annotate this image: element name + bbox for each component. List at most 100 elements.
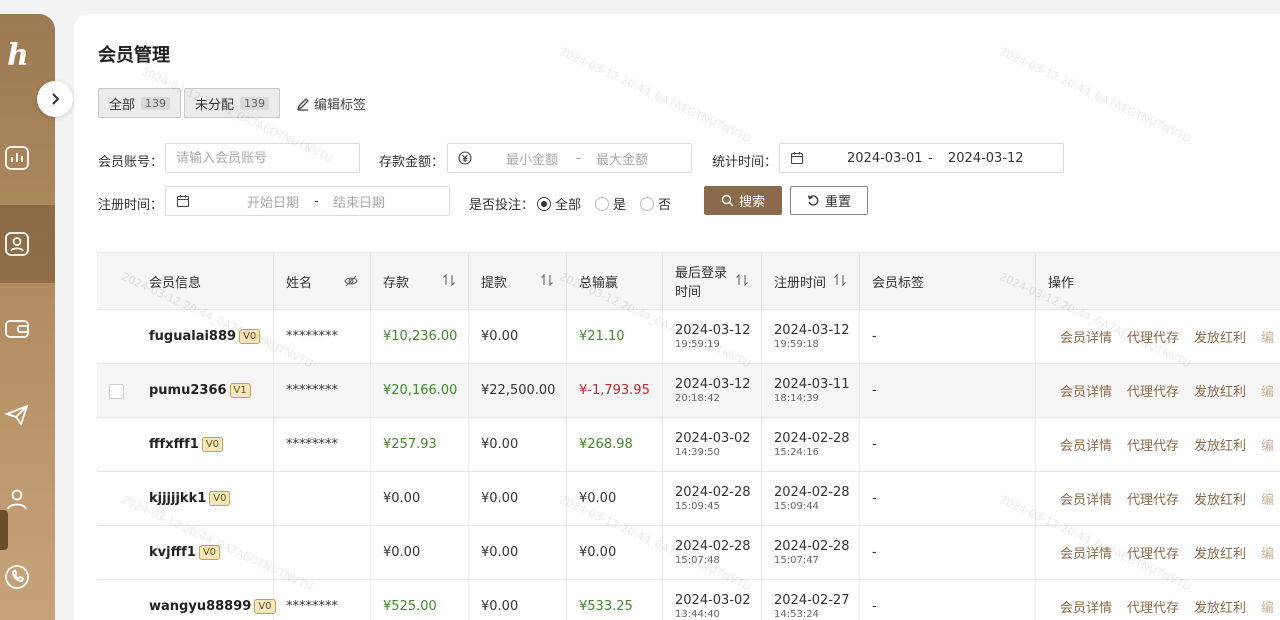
- member-account[interactable]: kjjjjjkk1 V0: [149, 491, 273, 506]
- col-withdraw[interactable]: 提款: [469, 253, 567, 309]
- member-detail-link[interactable]: 会员详情: [1060, 489, 1112, 508]
- tab-unassigned[interactable]: 未分配 139: [184, 88, 281, 118]
- search-button[interactable]: 搜索: [704, 186, 782, 215]
- reset-button[interactable]: 重置: [790, 186, 868, 215]
- table-row[interactable]: pumu2366 V1 ******** ¥20,166.00 ¥22,500.00 ¥-…: [97, 364, 1280, 418]
- account-name[interactable]: pumu2366: [149, 383, 227, 398]
- register-time-cell: 2024-02-27 14:53:24: [762, 580, 860, 620]
- radio-dot: [640, 196, 654, 211]
- issue-bonus-link[interactable]: 发放红利: [1194, 381, 1246, 400]
- issue-bonus-link[interactable]: 发放红利: [1194, 543, 1246, 562]
- col-register-time[interactable]: 注册时间: [762, 253, 860, 309]
- deposit-range-field[interactable]: 最小金额 - 最大金额: [447, 143, 692, 173]
- register-time: 15:09:44: [774, 501, 819, 512]
- sidebar-toggle-button[interactable]: [37, 81, 73, 117]
- register-date: 2024-02-28: [774, 485, 850, 500]
- deposit-min-input[interactable]: 最小金额: [506, 149, 558, 168]
- register-date: 2024-02-27: [774, 593, 850, 608]
- member-name: ********: [286, 383, 338, 398]
- row-checkbox[interactable]: [109, 384, 124, 399]
- winloss-value: ¥0.00: [579, 491, 617, 506]
- withdraw-cell: ¥0.00: [469, 418, 567, 471]
- account-input[interactable]: [166, 150, 359, 166]
- register-time: 18:14:39: [774, 393, 819, 404]
- sort-icon[interactable]: [540, 273, 554, 287]
- edit-link[interactable]: 编: [1261, 543, 1274, 562]
- sidebar-item-support[interactable]: [0, 538, 55, 616]
- radio-label: 否: [658, 198, 672, 213]
- member-detail-link[interactable]: 会员详情: [1060, 597, 1112, 616]
- proxy-deposit-link[interactable]: 代理代存: [1127, 381, 1179, 400]
- deposit-value: ¥20,166.00: [383, 383, 458, 398]
- sort-icon[interactable]: [735, 273, 749, 287]
- member-account[interactable]: wangyu88899 V0: [149, 599, 276, 614]
- col-deposit[interactable]: 存款: [371, 253, 469, 309]
- sidebar-item-members[interactable]: [0, 205, 55, 283]
- chart-icon: [5, 146, 29, 170]
- deposit-cell: ¥0.00: [371, 526, 469, 579]
- register-time-range[interactable]: 开始日期 - 结束日期: [165, 186, 450, 216]
- account-name[interactable]: kvjfff1: [149, 545, 196, 560]
- winloss-cell: ¥0.00: [567, 526, 663, 579]
- bet-label: 是否投注：: [469, 198, 535, 213]
- sidebar-item-reports[interactable]: [0, 119, 55, 197]
- issue-bonus-link[interactable]: 发放红利: [1194, 327, 1246, 346]
- proxy-deposit-link[interactable]: 代理代存: [1127, 597, 1179, 616]
- stats-start-date[interactable]: 2024-03-01: [847, 151, 923, 166]
- table-row[interactable]: wangyu88899 V0 ******** ¥525.00 ¥0.00 ¥533.25…: [97, 580, 1280, 620]
- table-row[interactable]: kjjjjjkk1 V0 ¥0.00 ¥0.00 ¥0.00 2024-02-28 15:0…: [97, 472, 1280, 526]
- member-account[interactable]: fffxfff1 V0: [149, 437, 273, 452]
- member-account[interactable]: fugualai889 V0: [149, 329, 273, 344]
- member-detail-link[interactable]: 会员详情: [1060, 543, 1112, 562]
- sidebar-item-finance[interactable]: [0, 290, 55, 368]
- account-name[interactable]: kjjjjjkk1: [149, 491, 206, 506]
- eye-off-icon[interactable]: [344, 274, 358, 288]
- last-login-date: 2024-02-28: [675, 485, 751, 500]
- sidebar-item-messages[interactable]: [0, 376, 55, 454]
- calendar-icon: [790, 152, 804, 165]
- sidebar-item-profile[interactable]: [0, 460, 55, 538]
- deposit-max-input[interactable]: 最大金额: [596, 149, 648, 168]
- edit-link[interactable]: 编: [1261, 327, 1274, 346]
- bet-radio-yes[interactable]: 是: [595, 194, 626, 213]
- col-last-login[interactable]: 最后登录 时间: [663, 253, 762, 309]
- account-name[interactable]: wangyu88899: [149, 599, 251, 614]
- sort-icon[interactable]: [442, 273, 456, 287]
- edit-link[interactable]: 编: [1261, 597, 1274, 616]
- member-detail-link[interactable]: 会员详情: [1060, 435, 1112, 454]
- edit-link[interactable]: 编: [1261, 435, 1274, 454]
- member-account[interactable]: kvjfff1 V0: [149, 545, 273, 560]
- bet-radio-no[interactable]: 否: [640, 194, 671, 213]
- edit-tags-button[interactable]: 编辑标签: [296, 94, 366, 113]
- member-detail-link[interactable]: 会员详情: [1060, 327, 1112, 346]
- deposit-value: ¥0.00: [383, 491, 421, 506]
- table-row[interactable]: fffxfff1 V0 ******** ¥257.93 ¥0.00 ¥268.98 202…: [97, 418, 1280, 472]
- stats-end-date[interactable]: 2024-03-12: [948, 151, 1024, 166]
- edit-link[interactable]: 编: [1261, 489, 1274, 508]
- proxy-deposit-link[interactable]: 代理代存: [1127, 435, 1179, 454]
- account-name[interactable]: fffxfff1: [149, 437, 199, 452]
- stats-time-range[interactable]: 2024-03-01 - 2024-03-12: [779, 143, 1064, 173]
- proxy-deposit-link[interactable]: 代理代存: [1127, 327, 1179, 346]
- issue-bonus-link[interactable]: 发放红利: [1194, 597, 1246, 616]
- table-row[interactable]: kvjfff1 V0 ¥0.00 ¥0.00 ¥0.00 2024-02-28 15:07:…: [97, 526, 1280, 580]
- register-start-input[interactable]: 开始日期: [247, 192, 299, 211]
- name-cell: [274, 472, 371, 525]
- member-tag: -: [872, 383, 877, 398]
- tab-all[interactable]: 全部 139: [98, 88, 182, 118]
- table-row[interactable]: fugualai889 V0 ******** ¥10,236.00 ¥0.00 ¥21.…: [97, 310, 1280, 364]
- issue-bonus-link[interactable]: 发放红利: [1194, 435, 1246, 454]
- proxy-deposit-link[interactable]: 代理代存: [1127, 543, 1179, 562]
- edit-link[interactable]: 编: [1261, 381, 1274, 400]
- register-end-input[interactable]: 结束日期: [333, 192, 385, 211]
- account-field[interactable]: [165, 143, 360, 173]
- calendar-icon: [176, 195, 190, 208]
- issue-bonus-link[interactable]: 发放红利: [1194, 489, 1246, 508]
- bet-radio-all[interactable]: 全部: [537, 194, 581, 213]
- sort-icon[interactable]: [833, 273, 847, 287]
- account-name[interactable]: fugualai889: [149, 329, 236, 344]
- member-account[interactable]: pumu2366 V1: [149, 383, 273, 398]
- proxy-deposit-link[interactable]: 代理代存: [1127, 489, 1179, 508]
- search-label: 搜索: [738, 195, 765, 210]
- member-detail-link[interactable]: 会员详情: [1060, 381, 1112, 400]
